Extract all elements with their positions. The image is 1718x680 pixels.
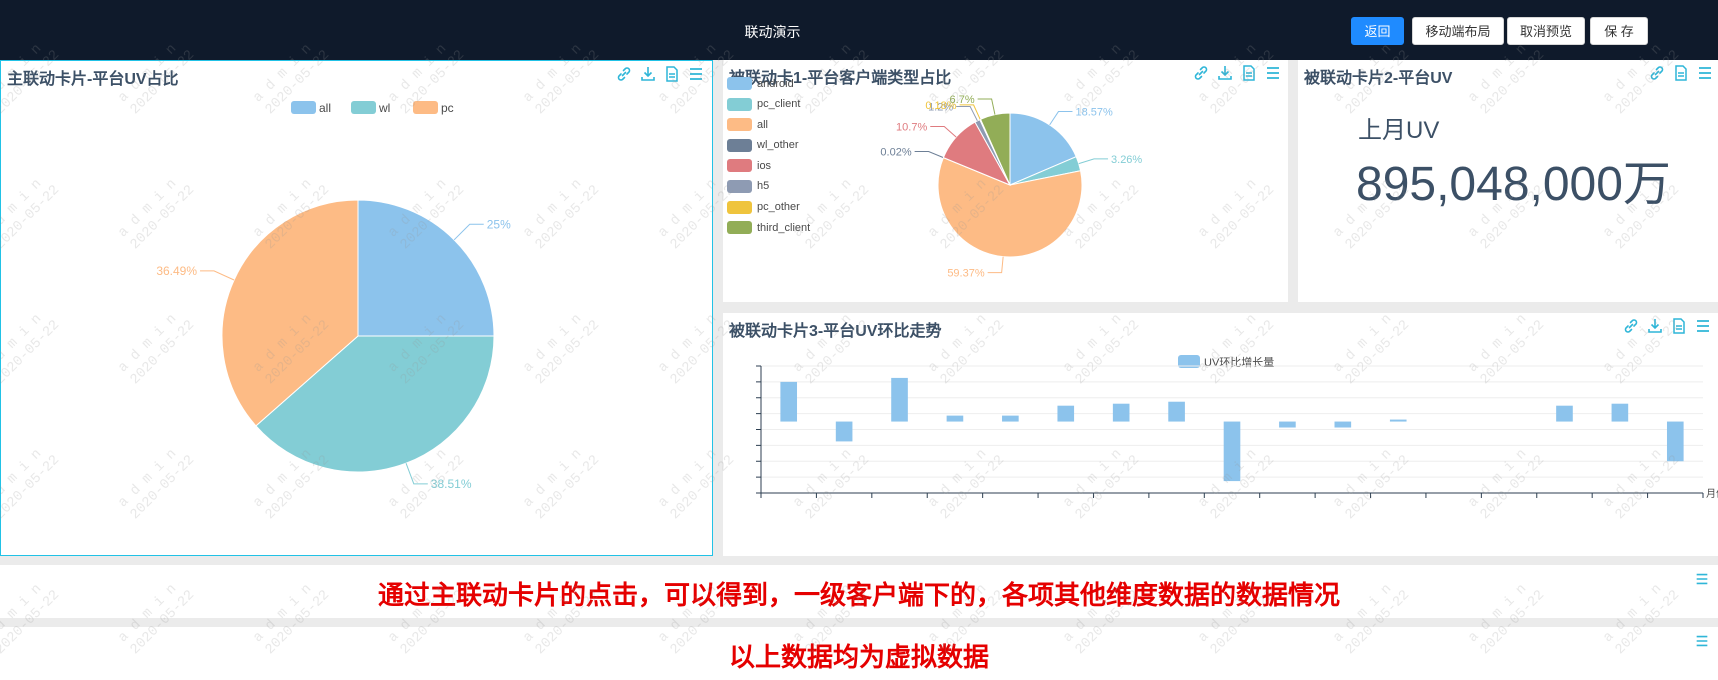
- bar-8[interactable]: [1168, 401, 1185, 422]
- pie-slice-label: 0.02%: [880, 147, 911, 159]
- pie-legend: all wl pc: [291, 101, 454, 115]
- pie-slice-all[interactable]: [357, 199, 495, 337]
- bar-11[interactable]: [1334, 421, 1352, 428]
- menu-icon[interactable]: [1694, 633, 1710, 649]
- bar-15[interactable]: [1556, 405, 1573, 422]
- pie-label-line: [405, 463, 428, 485]
- linked-card-3: 被联动卡片3-平台UV环比走势 UV环比增长量月份: [723, 313, 1718, 556]
- legend-swatch-pc[interactable]: [413, 101, 438, 114]
- top-bar: 联动演示 返回 移动端布局 取消预览 保 存: [0, 0, 1718, 60]
- uv-mom-bar-chart[interactable]: UV环比增长量月份: [723, 313, 1718, 556]
- legend-swatch-all[interactable]: [291, 101, 316, 114]
- bar-12[interactable]: [1389, 419, 1407, 422]
- page-title: 联动演示: [744, 24, 801, 40]
- pie-slice-label: 36.49%: [156, 264, 197, 278]
- pie-label-line: [1078, 158, 1109, 165]
- pie-slice-label: 38.51%: [431, 477, 472, 491]
- pie-slice-label: 18.57%: [1075, 107, 1113, 119]
- bar-10[interactable]: [1279, 421, 1296, 428]
- mobile-layout-button[interactable]: 移动端布局: [1412, 17, 1504, 45]
- card-toolbar: [1648, 64, 1714, 82]
- pie-label-line: [987, 256, 1004, 274]
- platform-uv-pie-chart[interactable]: all wl pc 25% 38.51% 36.49%: [1, 61, 712, 555]
- legend-label-all[interactable]: all: [319, 101, 331, 115]
- bar-2[interactable]: [835, 421, 853, 442]
- legend-label-wl[interactable]: wl: [378, 101, 390, 115]
- client-type-pie-chart[interactable]: 18.57%3.26%59.37%0.02%10.7%1.2%0.18%6.7%: [723, 60, 1288, 302]
- bar-16[interactable]: [1611, 403, 1629, 422]
- text-card-1: 通过主联动卡片的点击，可以得到，一级客户端下的，各项其他维度数据的数据情况: [0, 565, 1718, 618]
- save-button[interactable]: 保 存: [1590, 17, 1648, 45]
- pie-label-line: [200, 270, 235, 281]
- export-icon[interactable]: [1672, 64, 1690, 82]
- bar-3[interactable]: [891, 377, 908, 422]
- pie-label-line: [977, 98, 996, 115]
- main-linkage-card[interactable]: 主联动卡片-平台UV占比 all wl pc 25% 38.51% 36.49%: [0, 60, 713, 556]
- pie-label-line: [453, 223, 484, 241]
- x-axis-label: 月份: [1706, 488, 1718, 500]
- bar-9[interactable]: [1223, 421, 1241, 482]
- banner-text-2: 以上数据均为虚拟数据: [728, 642, 989, 672]
- bar-17[interactable]: [1666, 421, 1684, 462]
- banner-text-1: 通过主联动卡片的点击，可以得到，一级客户端下的，各项其他维度数据的数据情况: [377, 580, 1340, 610]
- bar-1[interactable]: [780, 381, 798, 422]
- pie-label-line: [930, 126, 957, 138]
- bar-5[interactable]: [1002, 415, 1019, 422]
- legend-label-uv-mom[interactable]: UV环比增长量: [1204, 355, 1274, 369]
- uv-metric-value: 895,048,000万: [1356, 158, 1671, 211]
- link-icon[interactable]: [1648, 64, 1666, 82]
- cancel-preview-button[interactable]: 取消预览: [1507, 17, 1585, 45]
- card-title: 被联动卡片2-平台UV: [1304, 70, 1453, 87]
- pie-slice-label: 6.7%: [950, 94, 975, 106]
- text-card-2: 以上数据均为虚拟数据: [0, 627, 1718, 680]
- pie-label-line: [914, 151, 944, 159]
- back-button[interactable]: 返回: [1351, 17, 1404, 45]
- pie-slice-label: 3.26%: [1111, 154, 1142, 166]
- uv-metric-label: 上月UV: [1358, 117, 1440, 144]
- menu-icon[interactable]: [1696, 64, 1714, 82]
- linked-card-2: 被联动卡片2-平台UV 上月UV 895,048,000万: [1298, 60, 1718, 302]
- bar-7[interactable]: [1112, 403, 1130, 422]
- menu-icon[interactable]: [1694, 571, 1710, 587]
- pie-label-line: [956, 106, 978, 122]
- pie-slice-label: 25%: [487, 217, 511, 231]
- bar-4[interactable]: [946, 415, 964, 422]
- bar-6[interactable]: [1057, 405, 1075, 422]
- pie-label-line: [1049, 111, 1073, 126]
- linked-card-1: 被联动卡1-平台客户端类型占比 android pc_client all wl_ot…: [723, 60, 1288, 302]
- pie-slice-label: 59.37%: [947, 268, 985, 280]
- pie-slice-label: 10.7%: [896, 122, 927, 134]
- legend-label-pc[interactable]: pc: [441, 101, 454, 115]
- legend-swatch-wl[interactable]: [351, 101, 376, 114]
